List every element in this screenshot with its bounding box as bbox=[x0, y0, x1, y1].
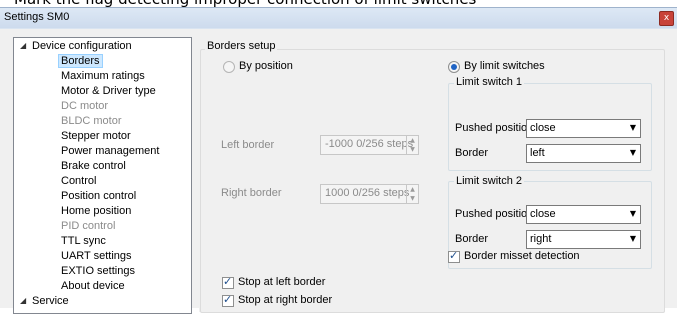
tree-item-control[interactable]: Control bbox=[61, 174, 96, 188]
limit-switch-1-title: Limit switch 1 bbox=[454, 76, 525, 88]
stop-at-right-border-checkbox[interactable] bbox=[222, 293, 234, 307]
by-position-radio[interactable] bbox=[223, 61, 235, 73]
tree-item-dc-motor: DC motor bbox=[61, 99, 108, 113]
spin-down-icon[interactable]: ▼ bbox=[407, 194, 418, 203]
tree-item-label: BLDC motor bbox=[61, 115, 122, 127]
settings-tree[interactable]: ◢ Device configuration Borders Maximum r… bbox=[13, 37, 192, 314]
spin-down-icon[interactable]: ▼ bbox=[407, 145, 418, 154]
tree-item-label: About device bbox=[61, 280, 125, 292]
spin-up-icon[interactable]: ▲ bbox=[407, 136, 418, 145]
chevron-down-icon[interactable]: ▼ bbox=[630, 209, 636, 218]
tree-item-ttl-sync[interactable]: TTL sync bbox=[61, 234, 106, 248]
tree-item-motor-driver-type[interactable]: Motor & Driver type bbox=[61, 84, 156, 98]
limit-switch-2-title: Limit switch 2 bbox=[454, 175, 525, 187]
by-position-label: By position bbox=[239, 60, 293, 72]
spin-up-icon[interactable]: ▲ bbox=[407, 185, 418, 194]
right-border-value: 1000 0/256 steps bbox=[325, 187, 410, 199]
left-border-label: Left border bbox=[221, 139, 275, 151]
window-title: Settings SM0 bbox=[4, 11, 70, 23]
ls1-border-select[interactable]: left ▼ bbox=[526, 144, 641, 163]
border-misset-detection-label: Border misset detection bbox=[464, 250, 580, 262]
tree-item-label: PID control bbox=[61, 220, 116, 232]
expand-arrow-icon[interactable]: ◢ bbox=[20, 39, 26, 53]
spin-buttons[interactable]: ▲ ▼ bbox=[406, 185, 418, 203]
tree-item-label: EXTIO settings bbox=[61, 265, 135, 277]
ls1-border-label: Border bbox=[455, 147, 489, 159]
tree-item-label: UART settings bbox=[61, 250, 132, 262]
tree-item-pid-control: PID control bbox=[61, 219, 115, 233]
tree-item-brake-control[interactable]: Brake control bbox=[61, 159, 126, 173]
tree-item-about-device[interactable]: About device bbox=[61, 279, 125, 293]
title-bar: Settings SM0 x bbox=[0, 8, 677, 28]
tree-item-borders[interactable]: Borders bbox=[58, 54, 103, 68]
chevron-down-icon[interactable]: ▼ bbox=[630, 148, 636, 157]
stop-at-right-border-label: Stop at right border bbox=[238, 294, 333, 306]
tree-item-maximum-ratings[interactable]: Maximum ratings bbox=[61, 69, 145, 83]
ls1-border-value: left bbox=[530, 147, 545, 159]
tree-item-position-control[interactable]: Position control bbox=[61, 189, 136, 203]
tree-item-label: Borders bbox=[58, 54, 103, 68]
tree-item-bldc-motor: BLDC motor bbox=[61, 114, 122, 128]
by-limit-switches-label: By limit switches bbox=[464, 60, 545, 72]
ls2-pushed-position-label: Pushed position bbox=[455, 208, 534, 220]
chevron-down-icon[interactable]: ▼ bbox=[630, 123, 636, 132]
tree-item-stepper-motor[interactable]: Stepper motor bbox=[61, 129, 131, 143]
window-client-area: ◢ Device configuration Borders Maximum r… bbox=[0, 29, 677, 314]
settings-window: Settings SM0 x ◢ Device configuration Bo… bbox=[0, 7, 677, 314]
borders-setup-panel: Borders setup By position By limit switc… bbox=[199, 37, 665, 313]
tree-item-label: Motor & Driver type bbox=[61, 85, 156, 97]
right-border-label: Right border bbox=[221, 187, 282, 199]
tree-item-label: Position control bbox=[61, 190, 137, 202]
ls2-border-label: Border bbox=[455, 233, 489, 245]
tree-item-label: DC motor bbox=[61, 100, 109, 112]
left-border-spinbox[interactable]: -1000 0/256 steps ▲ ▼ bbox=[320, 135, 419, 155]
left-border-value: -1000 0/256 steps bbox=[325, 138, 414, 150]
tree-item-extio-settings[interactable]: EXTIO settings bbox=[61, 264, 135, 278]
border-misset-detection-checkbox[interactable] bbox=[448, 249, 460, 263]
ls1-pushed-position-label: Pushed position bbox=[455, 122, 534, 134]
tree-item-label: Maximum ratings bbox=[61, 70, 145, 82]
tree-item-uart-settings[interactable]: UART settings bbox=[61, 249, 132, 263]
ls1-pushed-position-select[interactable]: close ▼ bbox=[526, 119, 641, 138]
tree-item-label: Home position bbox=[61, 205, 132, 217]
tree-item-label: TTL sync bbox=[61, 235, 106, 247]
stop-at-left-border-checkbox[interactable] bbox=[222, 275, 234, 289]
tree-item-label: Power management bbox=[61, 145, 160, 157]
tree-item-label: Service bbox=[32, 295, 69, 307]
expand-arrow-icon[interactable]: ◢ bbox=[20, 294, 26, 308]
ls2-border-select[interactable]: right ▼ bbox=[526, 230, 641, 249]
chevron-down-icon[interactable]: ▼ bbox=[630, 234, 636, 243]
borders-setup-title: Borders setup bbox=[205, 40, 278, 52]
tree-item-label: Brake control bbox=[61, 160, 126, 172]
close-button[interactable]: x bbox=[659, 11, 674, 26]
tree-item-label: Stepper motor bbox=[61, 130, 131, 142]
ls2-pushed-position-value: close bbox=[530, 208, 556, 220]
ls2-border-value: right bbox=[530, 233, 552, 245]
tree-item-power-management[interactable]: Power management bbox=[61, 144, 159, 158]
ls2-pushed-position-select[interactable]: close ▼ bbox=[526, 205, 641, 224]
by-limit-switches-radio[interactable] bbox=[448, 61, 460, 73]
stop-at-left-border-label: Stop at left border bbox=[238, 276, 326, 288]
tree-item-label: Control bbox=[61, 175, 97, 187]
ls1-pushed-position-value: close bbox=[530, 122, 556, 134]
right-border-spinbox[interactable]: 1000 0/256 steps ▲ ▼ bbox=[320, 184, 419, 204]
tree-item-label: Device configuration bbox=[32, 40, 132, 52]
tree-item-home-position[interactable]: Home position bbox=[61, 204, 131, 218]
spin-buttons[interactable]: ▲ ▼ bbox=[406, 136, 418, 154]
